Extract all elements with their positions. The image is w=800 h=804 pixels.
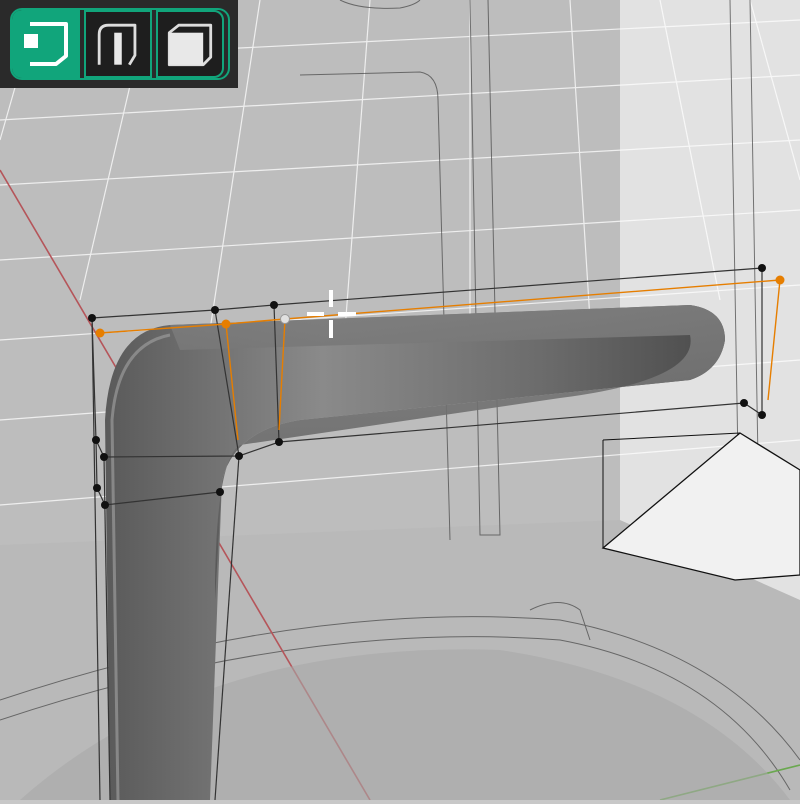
edge-select-button[interactable] bbox=[84, 10, 152, 78]
selection-mode-toolbar bbox=[0, 0, 238, 88]
vertex-select-icon bbox=[24, 22, 68, 66]
face-select-button[interactable] bbox=[156, 10, 224, 78]
face-select-icon bbox=[167, 23, 213, 67]
edge-select-icon bbox=[97, 23, 137, 66]
vertex-select-button[interactable] bbox=[12, 10, 80, 78]
3d-viewport[interactable] bbox=[0, 0, 800, 801]
